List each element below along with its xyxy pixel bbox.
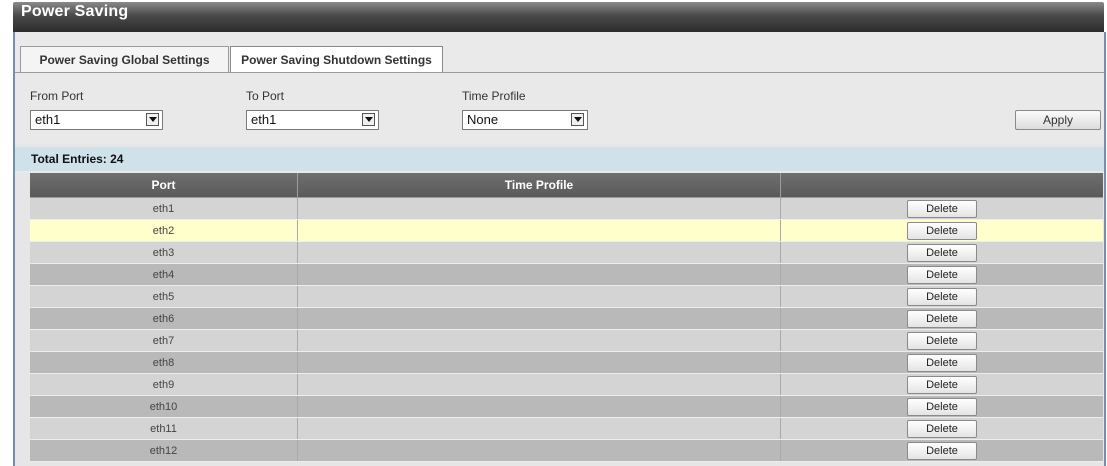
- time-profile-cell: [298, 396, 781, 417]
- from-port-value: eth1: [35, 112, 61, 127]
- actions-cell: Delete: [781, 220, 1103, 241]
- port-cell: eth1: [30, 198, 298, 219]
- delete-button[interactable]: Delete: [907, 288, 977, 306]
- actions-cell: Delete: [781, 286, 1103, 307]
- to-port-value: eth1: [251, 112, 277, 127]
- settings-form: [15, 73, 1104, 144]
- window-title: Power Saving: [21, 3, 129, 20]
- chevron-down-icon[interactable]: [571, 113, 584, 126]
- time-profile-cell: [298, 374, 781, 395]
- table-header: Port Time Profile: [30, 173, 1103, 198]
- delete-button[interactable]: Delete: [907, 442, 977, 460]
- port-cell: eth9: [30, 374, 298, 395]
- time-profile-cell: [298, 242, 781, 263]
- port-cell: eth7: [30, 330, 298, 351]
- table-row: eth2 Delete: [30, 220, 1103, 242]
- time-profile-cell: [298, 352, 781, 373]
- window-title-bar: Power Saving: [13, 2, 1104, 32]
- column-header-port: Port: [30, 173, 298, 197]
- actions-cell: Delete: [781, 198, 1103, 219]
- table-row: eth10 Delete: [30, 396, 1103, 418]
- tab-power-saving-global-settings[interactable]: Power Saving Global Settings: [20, 46, 229, 72]
- table-row: eth4 Delete: [30, 264, 1103, 286]
- port-cell: eth4: [30, 264, 298, 285]
- port-cell: eth11: [30, 418, 298, 439]
- time-profile-label: Time Profile: [462, 89, 526, 103]
- table-row: eth9 Delete: [30, 374, 1103, 396]
- delete-button[interactable]: Delete: [907, 332, 977, 350]
- port-cell: eth2: [30, 220, 298, 241]
- actions-cell: Delete: [781, 330, 1103, 351]
- to-port-select[interactable]: eth1: [246, 110, 379, 130]
- delete-button[interactable]: Delete: [907, 420, 977, 438]
- time-profile-select[interactable]: None: [462, 110, 588, 130]
- shutdown-settings-table: Port Time Profile eth1 Delete eth2 Delete et…: [30, 173, 1103, 462]
- actions-cell: Delete: [781, 264, 1103, 285]
- port-cell: eth5: [30, 286, 298, 307]
- delete-button[interactable]: Delete: [907, 376, 977, 394]
- table-row: eth6 Delete: [30, 308, 1103, 330]
- actions-cell: Delete: [781, 242, 1103, 263]
- chevron-down-icon[interactable]: [362, 113, 375, 126]
- port-cell: eth8: [30, 352, 298, 373]
- apply-button[interactable]: Apply: [1015, 110, 1101, 130]
- total-entries-bar: Total Entries: 24: [15, 147, 1104, 171]
- table-row: eth5 Delete: [30, 286, 1103, 308]
- table-row: eth8 Delete: [30, 352, 1103, 374]
- actions-cell: Delete: [781, 308, 1103, 329]
- time-profile-cell: [298, 198, 781, 219]
- table-row: eth12 Delete: [30, 440, 1103, 462]
- time-profile-cell: [298, 418, 781, 439]
- actions-cell: Delete: [781, 418, 1103, 439]
- actions-cell: Delete: [781, 440, 1103, 461]
- table-row: eth7 Delete: [30, 330, 1103, 352]
- tab-power-saving-shutdown-settings[interactable]: Power Saving Shutdown Settings: [230, 46, 443, 73]
- table-row: eth1 Delete: [30, 198, 1103, 220]
- actions-cell: Delete: [781, 352, 1103, 373]
- column-header-actions: [781, 173, 1103, 197]
- table-row: eth3 Delete: [30, 242, 1103, 264]
- port-cell: eth6: [30, 308, 298, 329]
- delete-button[interactable]: Delete: [907, 244, 977, 262]
- total-entries-text: Total Entries: 24: [31, 152, 124, 166]
- time-profile-cell: [298, 308, 781, 329]
- delete-button[interactable]: Delete: [907, 200, 977, 218]
- delete-button[interactable]: Delete: [907, 222, 977, 240]
- from-port-label: From Port: [30, 89, 84, 103]
- time-profile-cell: [298, 264, 781, 285]
- delete-button[interactable]: Delete: [907, 266, 977, 284]
- from-port-select[interactable]: eth1: [30, 110, 163, 130]
- column-header-time-profile: Time Profile: [298, 173, 781, 197]
- time-profile-cell: [298, 286, 781, 307]
- delete-button[interactable]: Delete: [907, 310, 977, 328]
- time-profile-value: None: [467, 112, 499, 127]
- delete-button[interactable]: Delete: [907, 398, 977, 416]
- actions-cell: Delete: [781, 396, 1103, 417]
- time-profile-cell: [298, 440, 781, 461]
- actions-cell: Delete: [781, 374, 1103, 395]
- table-body: eth1 Delete eth2 Delete eth3 Delete eth4 Delete…: [30, 198, 1103, 462]
- time-profile-cell: [298, 220, 781, 241]
- table-row: eth11 Delete: [30, 418, 1103, 440]
- port-cell: eth3: [30, 242, 298, 263]
- to-port-label: To Port: [246, 89, 285, 103]
- time-profile-cell: [298, 330, 781, 351]
- port-cell: eth10: [30, 396, 298, 417]
- chevron-down-icon[interactable]: [146, 113, 159, 126]
- delete-button[interactable]: Delete: [907, 354, 977, 372]
- port-cell: eth12: [30, 440, 298, 461]
